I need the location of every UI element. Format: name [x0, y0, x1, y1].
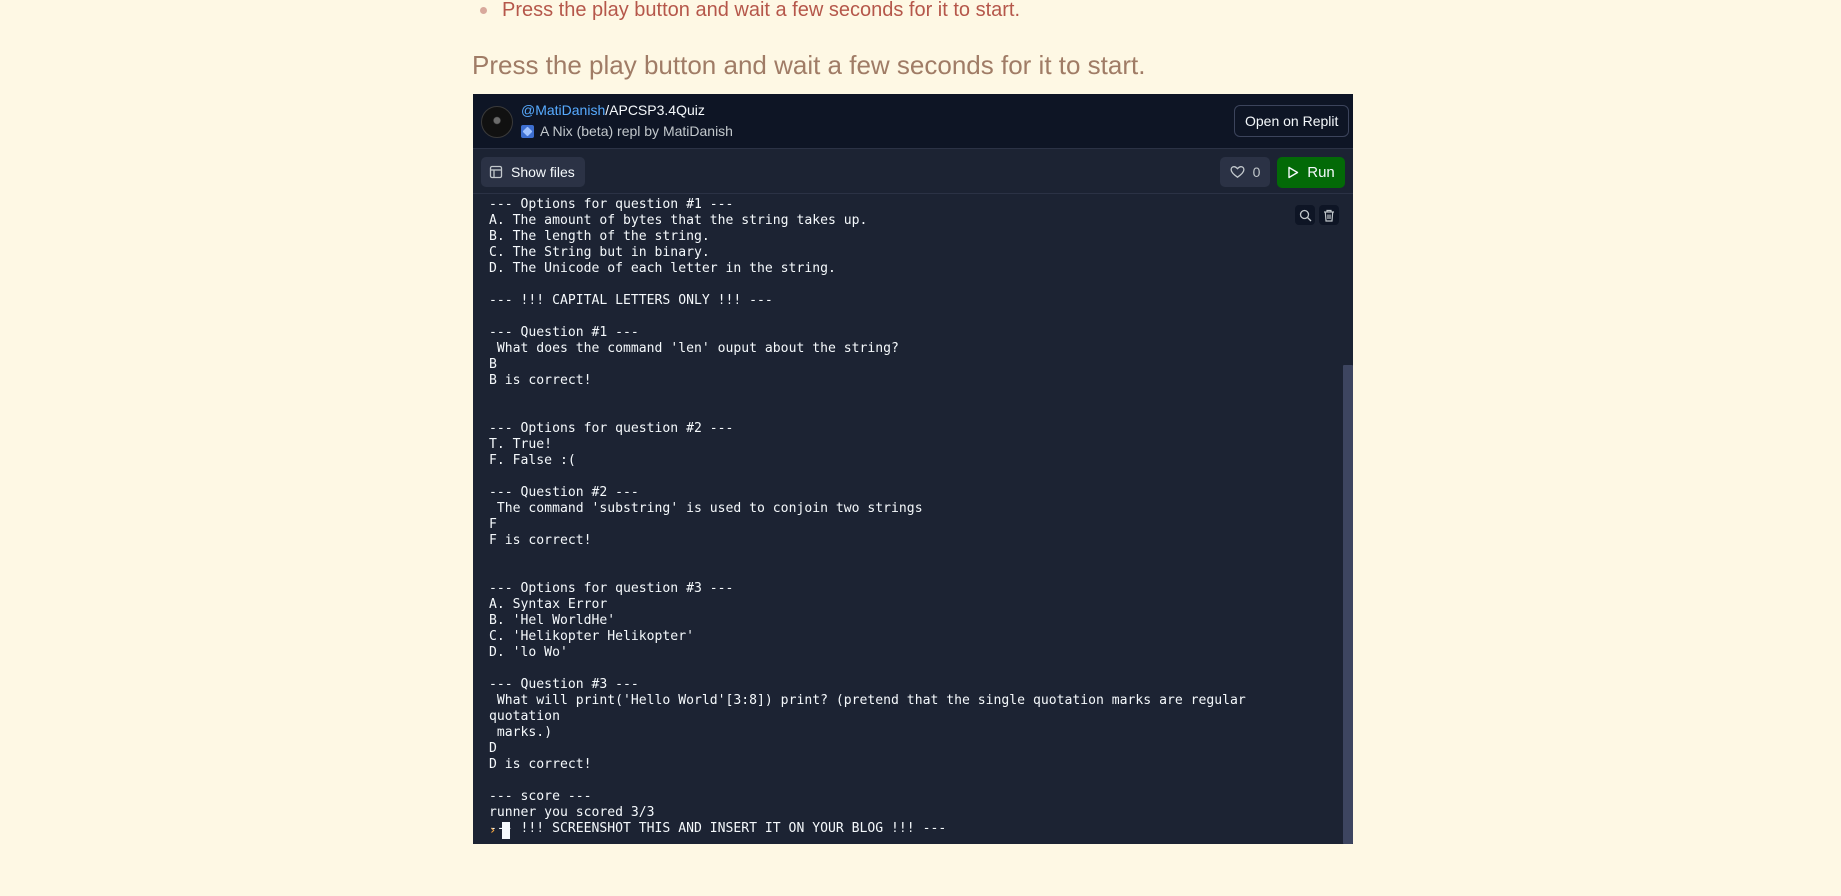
run-label: Run [1307, 164, 1335, 181]
console-line: B. The length of the string. [489, 229, 710, 244]
repl-name: APCSP3.4Quiz [609, 102, 705, 118]
console-line: D. 'lo Wo' [489, 645, 568, 660]
console-line: F is correct! [489, 533, 592, 548]
list-item: Press the play button and wait a few sec… [480, 0, 1020, 24]
console-line: What does the command 'len' ouput about … [489, 341, 899, 356]
console-line: A. Syntax Error [489, 597, 608, 612]
repl-owner-link[interactable]: @MatiDanish [521, 102, 605, 118]
embed-toolbar: Show files 0 Run [473, 149, 1353, 194]
console-line: F. False :( [489, 453, 576, 468]
console-line: B is correct! [489, 373, 592, 388]
heart-icon [1230, 165, 1245, 178]
console-line: --- Options for question #1 --- [489, 197, 734, 212]
console-line: --- Question #3 --- [489, 677, 639, 692]
search-console-button[interactable] [1295, 205, 1315, 225]
console-line: D. The Unicode of each letter in the str… [489, 261, 836, 276]
prompt-icon: › [489, 823, 497, 837]
show-files-label: Show files [511, 164, 575, 180]
search-icon [1299, 209, 1311, 221]
console-output: --- Options for question #1 --- A. The am… [489, 197, 1314, 837]
console-line: marks.) [489, 725, 553, 740]
console-line: --- Options for question #2 --- [489, 421, 734, 436]
like-count: 0 [1252, 164, 1261, 180]
bullet-dot [480, 7, 487, 14]
clear-console-button[interactable] [1319, 205, 1339, 225]
text-cursor [502, 821, 511, 839]
embed-header: @MatiDanish/APCSP3.4Quiz A Nix (beta) re… [473, 94, 1353, 149]
console-line: B. 'Hel WorldHe' [489, 613, 616, 628]
repl-title: @MatiDanish/APCSP3.4Quiz [521, 102, 705, 118]
instruction-list: Press the play button and wait a few sec… [480, 0, 1020, 24]
console-line: A. The amount of bytes that the string t… [489, 213, 868, 228]
console-tools [1295, 205, 1339, 225]
console-prompt[interactable]: › [489, 821, 511, 839]
trash-icon [1324, 209, 1334, 222]
console-line: --- score --- [489, 789, 592, 804]
replit-embed: @MatiDanish/APCSP3.4Quiz A Nix (beta) re… [473, 94, 1353, 844]
console-line: D is correct! [489, 757, 592, 772]
console-line: D [489, 741, 497, 756]
console-line: The command 'substring' is used to conjo… [489, 501, 923, 516]
console-line: --- Question #1 --- [489, 325, 639, 340]
console-line: What will print('Hello World'[3:8]) prin… [489, 693, 1254, 724]
console-line: --- Options for question #3 --- [489, 581, 734, 596]
console-line: --- !!! SCREENSHOT THIS AND INSERT IT ON… [489, 821, 947, 836]
files-icon [489, 165, 503, 179]
repl-subtitle-text: A Nix (beta) repl by MatiDanish [540, 123, 733, 139]
show-files-button[interactable]: Show files [481, 157, 585, 187]
like-button[interactable]: 0 [1220, 157, 1270, 187]
console-line: --- !!! CAPITAL LETTERS ONLY !!! --- [489, 293, 773, 308]
console-line: runner you scored 3/3 [489, 805, 655, 820]
avatar[interactable] [481, 106, 513, 138]
nix-icon [521, 124, 534, 138]
repl-subtitle: A Nix (beta) repl by MatiDanish [521, 123, 733, 139]
console-line: B [489, 357, 497, 372]
bullet-text: Press the play button and wait a few sec… [502, 0, 1021, 21]
console-scrollbar-thumb[interactable] [1343, 365, 1353, 844]
console[interactable]: --- Options for question #1 --- A. The am… [473, 194, 1353, 844]
console-line: F [489, 517, 497, 532]
console-line: --- Question #2 --- [489, 485, 639, 500]
page-heading: Press the play button and wait a few sec… [472, 50, 1146, 80]
console-line: C. The String but in binary. [489, 245, 710, 260]
console-line: C. 'Helikopter Helikopter' [489, 629, 694, 644]
play-icon [1288, 166, 1299, 179]
console-line: T. True! [489, 437, 553, 452]
run-button[interactable]: Run [1277, 157, 1345, 188]
open-on-replit-button[interactable]: Open on Replit [1234, 105, 1350, 137]
